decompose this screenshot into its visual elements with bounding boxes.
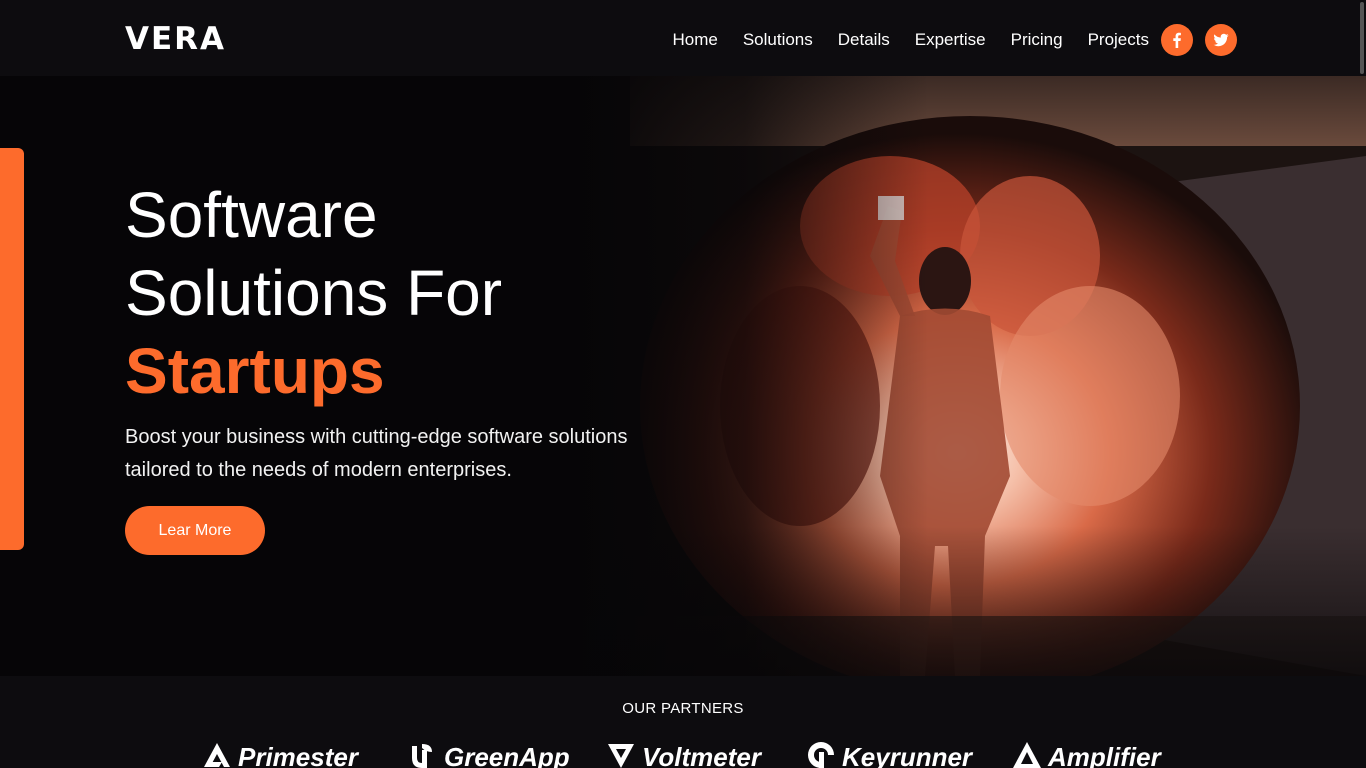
partner-name: Primester [238,741,358,768]
main-nav: Home Solutions Details Expertise Pricing… [647,24,1237,56]
nav-item-home[interactable]: Home [672,26,717,54]
voltmeter-logo-icon [606,740,642,768]
facebook-button[interactable] [1161,24,1193,56]
hero-description: Boost your business with cutting-edge so… [125,426,628,481]
hero-title-line2: Solutions For [125,257,503,329]
partner-name: Voltmeter [642,741,761,768]
partner-primester[interactable]: Primester [202,740,358,768]
nav-item-projects[interactable]: Projects [1088,26,1149,54]
partner-name: Keyrunner [842,741,973,768]
partner-voltmeter[interactable]: Voltmeter [606,740,761,768]
partner-keyrunner[interactable]: Keyrunner [806,740,972,768]
brand-logo[interactable]: VERA [125,22,226,56]
side-accent-bar [0,148,24,550]
partner-name: Amplifier [1048,741,1161,768]
learn-more-button[interactable]: Lear More [125,506,265,555]
partner-name: GreenApp [444,741,570,768]
nav-item-pricing[interactable]: Pricing [1011,26,1063,54]
twitter-button[interactable] [1205,24,1237,56]
partner-greenapp[interactable]: GreenApp [408,740,570,768]
twitter-icon [1213,32,1229,48]
partner-amplifier[interactable]: Amplifier [1012,740,1161,768]
brand-name: VERA [125,21,227,57]
hero-title: Software Solutions For Startups [125,176,502,410]
primester-logo-icon [202,740,238,768]
partners-section: OUR PARTNERS Primester GreenApp Voltmete… [0,676,1366,768]
nav-item-expertise[interactable]: Expertise [915,26,986,54]
partners-title: OUR PARTNERS [622,700,744,717]
hero-title-line1: Software [125,179,378,251]
hero-section: Software Solutions For Startups Boost yo… [0,76,1366,676]
hero-title-accent: Startups [125,335,385,407]
nav-item-solutions[interactable]: Solutions [743,26,813,54]
amplifier-logo-icon [1012,740,1048,768]
facebook-icon [1169,32,1185,48]
site-header: VERA Home Solutions Details Expertise Pr… [0,0,1366,76]
keyrunner-logo-icon [806,740,842,768]
scrollbar[interactable] [1360,2,1364,74]
hero-image [570,76,1366,676]
nav-item-details[interactable]: Details [838,26,890,54]
greenapp-logo-icon [408,740,444,768]
